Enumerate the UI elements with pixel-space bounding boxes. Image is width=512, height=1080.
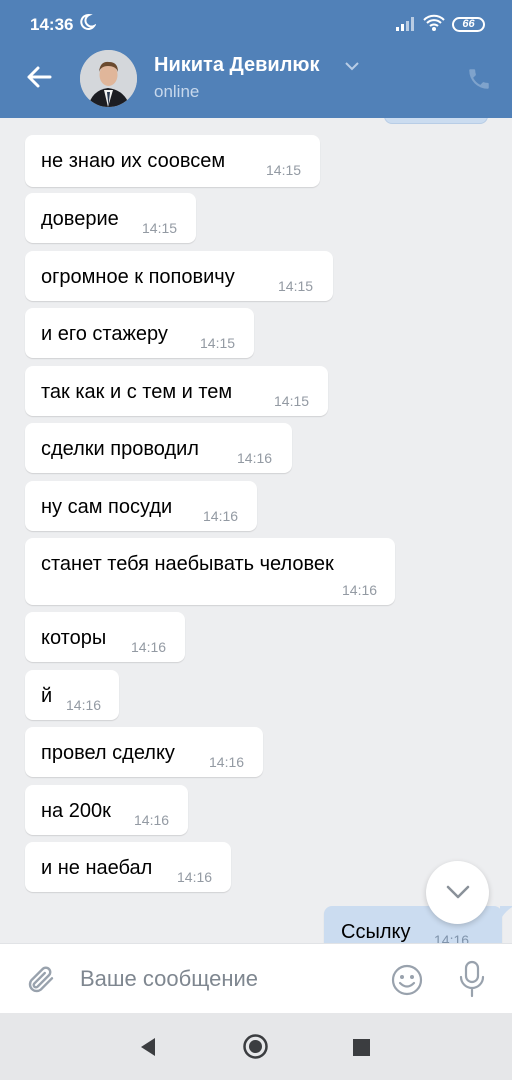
message-text: огромное к поповичу — [41, 266, 235, 288]
phone-icon[interactable] — [466, 66, 492, 97]
message-time: 14:15 — [266, 162, 302, 178]
nav-back-icon[interactable] — [139, 1037, 157, 1062]
incoming-message[interactable]: доверие 14:15 — [25, 193, 196, 243]
contact-status: online — [154, 82, 200, 101]
incoming-message[interactable]: и не наебал 14:16 — [25, 842, 231, 892]
message-time: 14:15 — [278, 278, 314, 294]
message-list[interactable]: не знаю их соовсем 14:15 доверие 14:15 о… — [0, 118, 512, 943]
message-time: 14:16 — [209, 754, 245, 770]
avatar[interactable] — [80, 50, 137, 107]
message-text: и его стажеру — [41, 323, 168, 345]
outgoing-message-partial — [384, 118, 488, 124]
incoming-message[interactable]: не знаю их соовсем 14:15 — [25, 135, 320, 187]
incoming-message[interactable]: и его стажеру 14:15 — [25, 308, 254, 358]
message-time: 14:16 — [342, 582, 378, 598]
message-text: станет тебя наебывать человек — [41, 553, 334, 575]
emoji-icon[interactable] — [390, 963, 424, 1002]
incoming-message[interactable]: которы 14:16 — [25, 612, 185, 662]
contact-name[interactable]: Никита Девилюк — [154, 54, 320, 77]
bubble-tail — [500, 906, 512, 920]
message-time: 14:15 — [142, 220, 178, 236]
message-text: не знаю их соовсем — [41, 150, 226, 172]
scroll-down-button[interactable] — [426, 861, 489, 924]
incoming-message[interactable]: провел сделку 14:16 — [25, 727, 263, 777]
chevron-down-icon — [446, 885, 470, 899]
wifi-icon — [422, 14, 446, 37]
message-text: доверие — [41, 208, 119, 230]
attach-icon[interactable] — [24, 962, 56, 1001]
signal-icon — [396, 17, 416, 36]
message-time: 14:16 — [131, 639, 167, 655]
message-time: 14:16 — [134, 812, 170, 828]
message-time: 14:15 — [200, 335, 236, 351]
message-text: и не наебал — [41, 857, 153, 879]
status-bar: 14:36 66 — [0, 0, 512, 48]
nav-recents-icon[interactable] — [353, 1039, 370, 1056]
status-time: 14:36 — [30, 15, 74, 34]
message-text: которы — [41, 627, 107, 649]
message-time: 14:16 — [237, 450, 273, 466]
incoming-message[interactable]: так как и с тем и тем 14:15 — [25, 366, 328, 416]
message-text: так как и с тем и тем — [41, 381, 233, 403]
microphone-icon[interactable] — [458, 960, 486, 1003]
incoming-message[interactable]: огромное к поповичу 14:15 — [25, 251, 333, 301]
incoming-message[interactable]: й 14:16 — [25, 670, 119, 720]
message-time: 14:16 — [66, 697, 102, 713]
chevron-down-icon[interactable] — [344, 58, 360, 76]
back-arrow-icon[interactable] — [24, 62, 54, 97]
incoming-message[interactable]: ну сам посуди 14:16 — [25, 481, 257, 531]
message-text: Ссылку — [341, 921, 411, 943]
chat-header: 14:36 66 Никита Девилюк online — [0, 0, 512, 118]
message-time: 14:15 — [274, 393, 310, 409]
incoming-message[interactable]: сделки проводил 14:16 — [25, 423, 292, 473]
message-composer — [0, 943, 512, 1013]
battery-indicator: 66 — [452, 17, 485, 32]
nav-home-icon[interactable] — [242, 1033, 269, 1065]
incoming-message[interactable]: станет тебя наебывать человек 14:16 — [25, 538, 395, 605]
moon-icon — [78, 13, 97, 36]
message-time: 14:16 — [434, 932, 470, 943]
incoming-message[interactable]: на 200к 14:16 — [25, 785, 188, 835]
message-time: 14:16 — [177, 869, 213, 885]
message-time: 14:16 — [203, 508, 239, 524]
system-nav-bar — [0, 1013, 512, 1080]
message-text: провел сделку — [41, 742, 175, 764]
message-text: ну сам посуди — [41, 496, 173, 518]
message-text: й — [41, 685, 53, 707]
message-text: сделки проводил — [41, 438, 199, 460]
message-input[interactable] — [70, 954, 370, 1004]
message-text: на 200к — [41, 800, 111, 822]
